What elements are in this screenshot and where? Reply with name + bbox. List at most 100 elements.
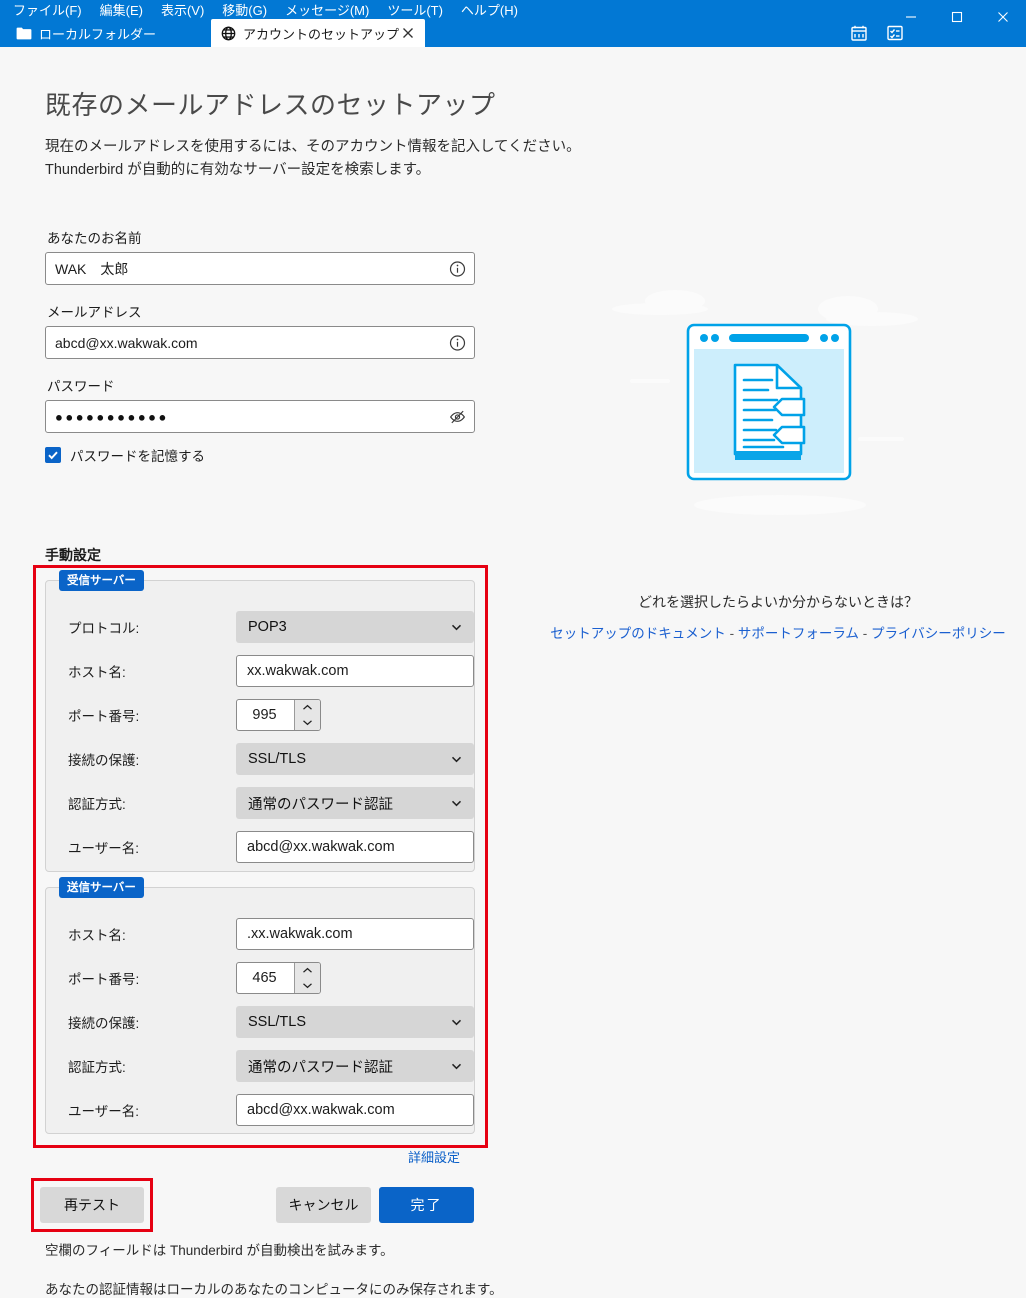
help-links: セットアップのドキュメント - サポートフォーラム - プライバシーポリシー bbox=[530, 622, 1026, 642]
outgoing-port-label: ポート番号: bbox=[68, 972, 140, 987]
menu-help[interactable]: ヘルプ(H) bbox=[452, 3, 527, 19]
autodetect-note: 空欄のフィールドは Thunderbird が自動検出を試みます。 bbox=[45, 1243, 394, 1258]
email-label: メールアドレス bbox=[47, 305, 142, 320]
outgoing-security-control[interactable]: SSL/TLS bbox=[236, 1006, 474, 1038]
name-input[interactable] bbox=[45, 252, 475, 285]
account-form: あなたのお名前 メールアドレス パスワード ●●●●●●●●●●● bbox=[45, 227, 475, 465]
incoming-server-legend: 受信サーバー bbox=[59, 570, 144, 591]
incoming-username-input[interactable] bbox=[236, 831, 474, 863]
close-icon[interactable] bbox=[401, 26, 415, 40]
outgoing-auth-value: 通常のパスワード認証 bbox=[248, 1059, 393, 1076]
chevron-up-icon[interactable] bbox=[295, 700, 320, 715]
incoming-port-stepper[interactable]: 995 bbox=[236, 699, 321, 731]
incoming-port-spin-buttons[interactable] bbox=[294, 700, 320, 730]
page-intro: 現在のメールアドレスを使用するには、そのアカウント情報を記入してください。 Th… bbox=[45, 136, 581, 182]
outgoing-server-legend: 送信サーバー bbox=[59, 877, 144, 898]
eye-off-icon[interactable] bbox=[449, 408, 466, 425]
folder-icon bbox=[16, 27, 32, 40]
outgoing-auth-select[interactable]: 通常のパスワード認証 bbox=[236, 1050, 474, 1082]
incoming-security-control[interactable]: SSL/TLS bbox=[236, 743, 474, 775]
outgoing-port-control[interactable]: 465 bbox=[236, 962, 321, 994]
chevron-down-icon bbox=[450, 1016, 463, 1029]
incoming-auth-value: 通常のパスワード認証 bbox=[248, 796, 393, 813]
incoming-hostname-label: ホスト名: bbox=[68, 665, 126, 680]
link-separator: - bbox=[729, 626, 735, 641]
chevron-down-icon[interactable] bbox=[295, 978, 320, 993]
incoming-auth-label: 認証方式: bbox=[68, 797, 126, 812]
tab-label: ローカルフォルダー bbox=[39, 26, 157, 42]
link-separator: - bbox=[862, 626, 868, 641]
setup-illustration bbox=[600, 287, 960, 527]
chevron-up-icon[interactable] bbox=[295, 963, 320, 978]
outgoing-auth-label: 認証方式: bbox=[68, 1060, 126, 1075]
menu-view[interactable]: 表示(V) bbox=[152, 3, 213, 19]
support-forum-link[interactable]: サポートフォーラム bbox=[738, 626, 859, 641]
setup-documentation-link[interactable]: セットアップのドキュメント bbox=[550, 626, 726, 641]
outgoing-hostname-row: ホスト名: bbox=[46, 918, 474, 950]
outgoing-port-stepper[interactable]: 465 bbox=[236, 962, 321, 994]
chevron-down-icon bbox=[450, 797, 463, 810]
name-field-wrap bbox=[45, 252, 475, 285]
incoming-hostname-control[interactable] bbox=[236, 655, 474, 687]
incoming-protocol-control[interactable]: POP3 bbox=[236, 611, 474, 643]
info-icon[interactable] bbox=[449, 260, 466, 277]
incoming-username-control[interactable] bbox=[236, 831, 474, 863]
incoming-protocol-select[interactable]: POP3 bbox=[236, 611, 474, 643]
menu-edit[interactable]: 編集(E) bbox=[91, 3, 152, 19]
name-label: あなたのお名前 bbox=[47, 231, 142, 246]
outgoing-security-row: 接続の保護: SSL/TLS bbox=[46, 1006, 474, 1038]
intro-line-1: 現在のメールアドレスを使用するには、そのアカウント情報を記入してください。 bbox=[45, 139, 581, 155]
incoming-protocol-value: POP3 bbox=[248, 619, 287, 635]
chevron-down-icon bbox=[450, 621, 463, 634]
cancel-button[interactable]: キャンセル bbox=[276, 1187, 371, 1223]
incoming-auth-select[interactable]: 通常のパスワード認証 bbox=[236, 787, 474, 819]
outgoing-port-value: 465 bbox=[252, 970, 277, 986]
tab-strip: ローカルフォルダー アカウントのセットアップ bbox=[0, 19, 1026, 47]
tab-local-folders[interactable]: ローカルフォルダー bbox=[6, 19, 166, 47]
email-input[interactable] bbox=[45, 326, 475, 359]
advanced-settings-link[interactable]: 詳細設定 bbox=[408, 1147, 460, 1166]
outgoing-hostname-control[interactable] bbox=[236, 918, 474, 950]
menu-bar: ファイル(F) 編集(E) 表示(V) 移動(G) メッセージ(M) ツール(T… bbox=[4, 2, 527, 20]
outgoing-auth-row: 認証方式: 通常のパスワード認証 bbox=[46, 1050, 474, 1082]
incoming-hostname-input[interactable] bbox=[236, 655, 474, 687]
incoming-port-row: ポート番号: 995 bbox=[46, 699, 474, 731]
menu-file[interactable]: ファイル(F) bbox=[4, 3, 91, 19]
chevron-down-icon bbox=[450, 753, 463, 766]
incoming-security-select[interactable]: SSL/TLS bbox=[236, 743, 474, 775]
outgoing-port-row: ポート番号: 465 bbox=[46, 962, 474, 994]
incoming-port-control[interactable]: 995 bbox=[236, 699, 321, 731]
incoming-protocol-label: プロトコル: bbox=[68, 621, 140, 636]
menu-go[interactable]: 移動(G) bbox=[213, 3, 276, 19]
title-bar: ファイル(F) 編集(E) 表示(V) 移動(G) メッセージ(M) ツール(T… bbox=[0, 0, 1026, 47]
email-field-wrap bbox=[45, 326, 475, 359]
outgoing-security-select[interactable]: SSL/TLS bbox=[236, 1006, 474, 1038]
outgoing-auth-control[interactable]: 通常のパスワード認証 bbox=[236, 1050, 474, 1082]
remember-password-checkbox[interactable] bbox=[45, 447, 61, 463]
done-button[interactable]: 完了 bbox=[379, 1187, 474, 1223]
password-label: パスワード bbox=[47, 379, 115, 394]
outgoing-hostname-input[interactable] bbox=[236, 918, 474, 950]
outgoing-port-spin-buttons[interactable] bbox=[294, 963, 320, 993]
incoming-server-group: 受信サーバー プロトコル: POP3 ホスト名: ポート番号: bbox=[45, 570, 475, 872]
info-icon[interactable] bbox=[449, 334, 466, 351]
menu-tools[interactable]: ツール(T) bbox=[378, 3, 452, 19]
privacy-policy-link[interactable]: プライバシーポリシー bbox=[871, 626, 1006, 641]
globe-icon bbox=[221, 26, 236, 41]
outgoing-username-control[interactable] bbox=[236, 1094, 474, 1126]
retest-button[interactable]: 再テスト bbox=[40, 1187, 144, 1223]
incoming-auth-control[interactable]: 通常のパスワード認証 bbox=[236, 787, 474, 819]
chevron-down-icon bbox=[450, 1060, 463, 1073]
outgoing-server-group: 送信サーバー ホスト名: ポート番号: 465 bbox=[45, 877, 475, 1134]
tab-account-setup[interactable]: アカウントのセットアップ bbox=[211, 19, 425, 47]
page-title: 既存のメールアドレスのセットアップ bbox=[45, 90, 496, 120]
menu-message[interactable]: メッセージ(M) bbox=[276, 3, 378, 19]
chevron-down-icon[interactable] bbox=[295, 715, 320, 730]
credentials-note: あなたの認証情報はローカルのあなたのコンピュータにのみ保存されます。 bbox=[45, 1282, 503, 1297]
remember-password-row[interactable]: パスワードを記憶する bbox=[45, 445, 475, 465]
incoming-security-value: SSL/TLS bbox=[248, 751, 307, 767]
outgoing-hostname-label: ホスト名: bbox=[68, 928, 126, 943]
incoming-username-label: ユーザー名: bbox=[68, 841, 139, 856]
incoming-port-label: ポート番号: bbox=[68, 709, 140, 724]
outgoing-username-input[interactable] bbox=[236, 1094, 474, 1126]
